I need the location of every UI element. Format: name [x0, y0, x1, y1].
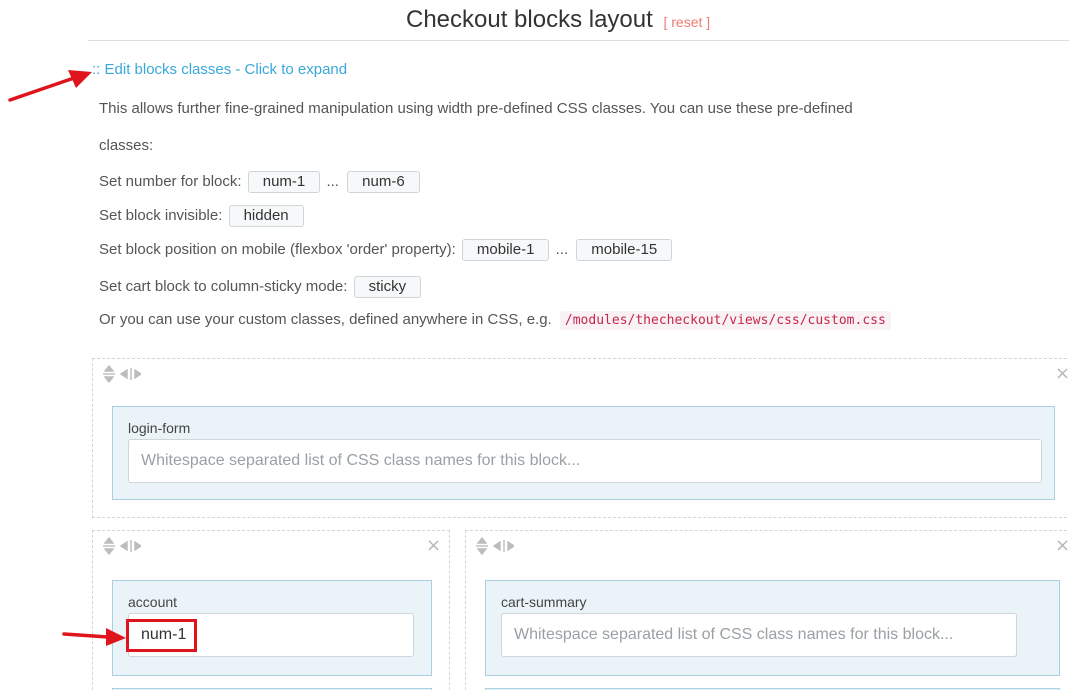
move-vertical-icon[interactable] — [103, 537, 115, 555]
range-ellipsis: ... — [326, 172, 339, 190]
custom-classes-label: Or you can use your custom classes, defi… — [99, 311, 552, 328]
class-badge-sticky: sticky — [353, 276, 422, 298]
number-classes-row: Set number for block: num-1 ... num-6 — [99, 171, 420, 193]
login-form-classes-input[interactable] — [128, 439, 1042, 483]
annotation-arrow-icon — [8, 70, 92, 102]
layout-row-2-left: × account — [92, 530, 450, 690]
expand-label: Edit blocks classes - Click to expand — [104, 61, 348, 78]
reset-link[interactable]: [ reset ] — [663, 14, 710, 30]
column-handles — [476, 537, 514, 555]
block-login-form: login-form — [112, 406, 1055, 500]
column-handles — [103, 537, 141, 555]
invisible-class-row: Set block invisible: hidden — [99, 205, 304, 227]
account-classes-input[interactable] — [128, 613, 414, 657]
close-icon[interactable]: × — [426, 535, 441, 556]
block-account: account — [112, 580, 432, 676]
block-cart-summary: cart-summary — [485, 580, 1060, 676]
block-name-label: cart-summary — [501, 594, 587, 610]
edit-blocks-classes-link[interactable]: :: Edit blocks classes - Click to expand — [92, 61, 347, 78]
row-handles — [103, 365, 141, 383]
mobile-classes-label: Set block position on mobile (flexbox 'o… — [99, 240, 456, 258]
class-badge-hidden: hidden — [228, 205, 304, 227]
page-title: Checkout blocks layout [ reset ] — [406, 6, 710, 34]
block-name-label: login-form — [128, 420, 191, 436]
number-classes-label: Set number for block: — [99, 172, 242, 190]
sticky-class-label: Set cart block to column-sticky mode: — [99, 277, 348, 295]
block-name-label: account — [128, 594, 178, 610]
invisible-class-label: Set block invisible: — [99, 206, 223, 224]
title-divider — [88, 40, 1069, 41]
layout-row-2-right: × cart-summary — [465, 530, 1069, 690]
page-title-text: Checkout blocks layout — [406, 6, 653, 33]
close-icon[interactable]: × — [1055, 363, 1069, 384]
mobile-classes-row: Set block position on mobile (flexbox 'o… — [99, 239, 673, 261]
description-line: This allows further fine-grained manipul… — [99, 100, 853, 117]
class-badge-mobile-15: mobile-15 — [576, 239, 673, 261]
class-badge-num-6: num-6 — [347, 171, 420, 193]
move-vertical-icon[interactable] — [103, 365, 115, 383]
custom-css-path: /modules/thecheckout/views/css/custom.cs… — [559, 311, 891, 330]
close-icon[interactable]: × — [1055, 535, 1069, 556]
description-line-classes: classes: — [99, 137, 154, 154]
sticky-class-row: Set cart block to column-sticky mode: st… — [99, 276, 422, 298]
class-badge-num-1: num-1 — [247, 171, 321, 193]
resize-horizontal-icon[interactable] — [119, 368, 141, 380]
resize-horizontal-icon[interactable] — [492, 540, 514, 552]
class-badge-mobile-1: mobile-1 — [461, 239, 550, 261]
cart-summary-classes-input[interactable] — [501, 613, 1017, 657]
annotation-arrow-icon — [62, 628, 126, 646]
resize-horizontal-icon[interactable] — [119, 540, 141, 552]
move-vertical-icon[interactable] — [476, 537, 488, 555]
custom-classes-row: Or you can use your custom classes, defi… — [99, 311, 891, 330]
checkout-layout-page: Checkout blocks layout [ reset ] :: Edit… — [0, 0, 1069, 690]
layout-row-1: × login-form — [92, 358, 1069, 518]
range-ellipsis: ... — [555, 240, 569, 258]
